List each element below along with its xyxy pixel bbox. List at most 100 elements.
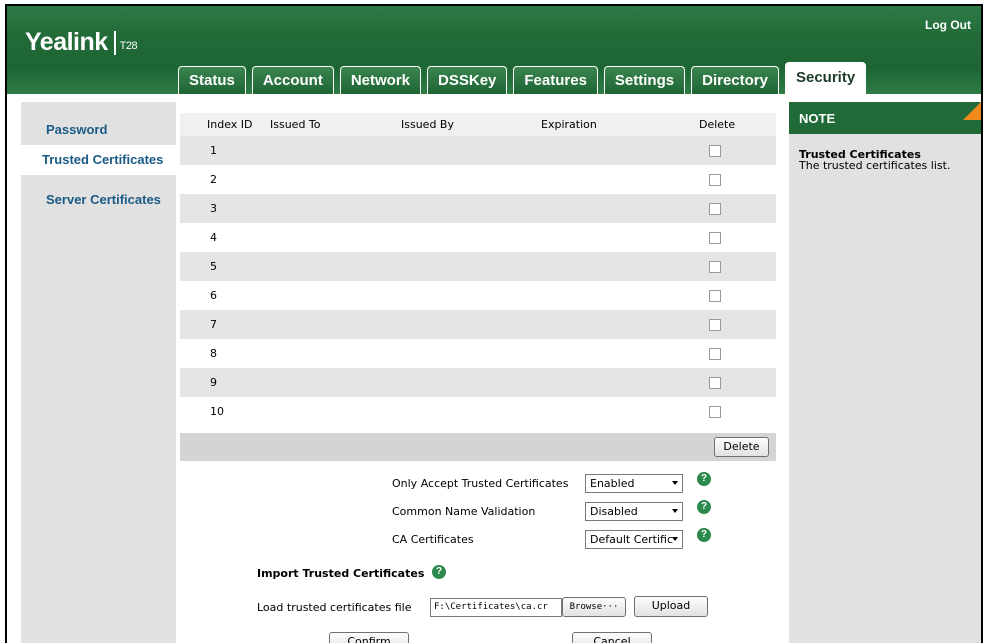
table-row: 10 <box>180 397 776 426</box>
only-accept-select[interactable]: Enabled <box>585 474 683 493</box>
help-icon[interactable]: ? <box>697 528 711 542</box>
upload-button[interactable]: Upload <box>634 596 708 617</box>
delete-checkbox[interactable] <box>709 319 721 331</box>
cell-issued-by <box>401 223 541 252</box>
header: Yealink T28 Log Out Status Account Netwo… <box>7 6 981 94</box>
cell-expiration <box>541 368 681 397</box>
tab-status[interactable]: Status <box>178 66 246 94</box>
cell-index: 6 <box>180 281 270 310</box>
delete-checkbox[interactable] <box>709 232 721 244</box>
table-header-row: Index ID Issued To Issued By Expiration … <box>180 113 776 136</box>
table-row: 3 <box>180 194 776 223</box>
cell-issued-to <box>270 194 401 223</box>
cell-issued-to <box>270 281 401 310</box>
tab-network[interactable]: Network <box>339 66 422 94</box>
note-panel: NOTE Trusted Certificates The trusted ce… <box>789 102 981 643</box>
cell-issued-by <box>401 252 541 281</box>
ca-certificates-value: Default Certific <box>590 533 674 546</box>
help-icon[interactable]: ? <box>697 472 711 486</box>
chevron-down-icon <box>672 509 678 513</box>
cn-validation-label: Common Name Validation <box>392 505 536 518</box>
confirm-button[interactable]: Confirm <box>329 632 409 643</box>
only-accept-label: Only Accept Trusted Certificates <box>392 477 569 490</box>
logout-link[interactable]: Log Out <box>925 18 971 32</box>
cell-delete <box>681 136 776 165</box>
content-area: Password Trusted Certificates Server Cer… <box>7 94 981 643</box>
column-header-issued-to: Issued To <box>270 113 401 136</box>
cn-validation-select[interactable]: Disabled <box>585 502 683 521</box>
cell-issued-by <box>401 310 541 339</box>
cell-issued-to <box>270 223 401 252</box>
cell-issued-to <box>270 310 401 339</box>
column-header-index: Index ID <box>180 113 270 136</box>
main-tabs: Status Account Network DSSKey Features S… <box>178 62 872 94</box>
note-corner-triangle <box>963 102 981 120</box>
delete-checkbox[interactable] <box>709 203 721 215</box>
delete-checkbox[interactable] <box>709 261 721 273</box>
sidebar-item-server-certificates[interactable]: Server Certificates <box>21 185 176 215</box>
sidebar: Password Trusted Certificates Server Cer… <box>21 102 176 643</box>
tab-settings[interactable]: Settings <box>603 66 686 94</box>
cell-issued-by <box>401 165 541 194</box>
file-path-input[interactable]: F:\Certificates\ca.cr <box>430 598 562 617</box>
cell-index: 10 <box>180 397 270 426</box>
cell-expiration <box>541 136 681 165</box>
delete-checkbox[interactable] <box>709 377 721 389</box>
cell-delete <box>681 194 776 223</box>
cell-index: 1 <box>180 136 270 165</box>
note-text: The trusted certificates list. <box>799 159 951 172</box>
cell-issued-to <box>270 252 401 281</box>
sidebar-item-password[interactable]: Password <box>21 115 176 145</box>
main-panel: Index ID Issued To Issued By Expiration … <box>180 102 776 643</box>
table-row: 9 <box>180 368 776 397</box>
cell-expiration <box>541 339 681 368</box>
tab-security[interactable]: Security <box>784 62 867 94</box>
cell-issued-to <box>270 136 401 165</box>
cell-delete <box>681 339 776 368</box>
table-row: 2 <box>180 165 776 194</box>
yealink-logo: Yealink T28 <box>25 28 138 57</box>
certificates-table: Index ID Issued To Issued By Expiration … <box>180 113 776 426</box>
help-icon[interactable]: ? <box>697 500 711 514</box>
cancel-button[interactable]: Cancel <box>572 632 652 643</box>
cell-issued-by <box>401 339 541 368</box>
cell-index: 7 <box>180 310 270 339</box>
only-accept-value: Enabled <box>590 477 635 490</box>
delete-checkbox[interactable] <box>709 145 721 157</box>
cell-index: 8 <box>180 339 270 368</box>
cell-index: 2 <box>180 165 270 194</box>
tab-directory[interactable]: Directory <box>691 66 779 94</box>
cell-expiration <box>541 281 681 310</box>
tab-features[interactable]: Features <box>513 66 598 94</box>
ca-certificates-select[interactable]: Default Certific <box>585 530 683 549</box>
cell-index: 9 <box>180 368 270 397</box>
cell-expiration <box>541 310 681 339</box>
table-row: 1 <box>180 136 776 165</box>
delete-checkbox[interactable] <box>709 290 721 302</box>
cell-issued-by <box>401 194 541 223</box>
tab-dsskey[interactable]: DSSKey <box>427 66 508 94</box>
help-icon[interactable]: ? <box>432 565 446 579</box>
cell-delete <box>681 281 776 310</box>
note-heading: NOTE <box>789 102 981 134</box>
browse-button[interactable]: Browse··· <box>562 597 626 617</box>
cell-index: 5 <box>180 252 270 281</box>
sidebar-item-trusted-certificates[interactable]: Trusted Certificates <box>21 145 176 175</box>
cell-delete <box>681 397 776 426</box>
cell-index: 3 <box>180 194 270 223</box>
delete-checkbox[interactable] <box>709 406 721 418</box>
delete-button[interactable]: Delete <box>714 437 769 457</box>
cn-validation-value: Disabled <box>590 505 638 518</box>
cell-issued-by <box>401 281 541 310</box>
delete-checkbox[interactable] <box>709 348 721 360</box>
tab-account[interactable]: Account <box>251 66 334 94</box>
cell-issued-by <box>401 397 541 426</box>
chevron-down-icon <box>672 481 678 485</box>
delete-checkbox[interactable] <box>709 174 721 186</box>
column-header-delete: Delete <box>681 113 776 136</box>
cell-expiration <box>541 194 681 223</box>
cell-issued-by <box>401 368 541 397</box>
cell-delete <box>681 223 776 252</box>
cell-issued-to <box>270 397 401 426</box>
logo-divider <box>113 30 116 55</box>
